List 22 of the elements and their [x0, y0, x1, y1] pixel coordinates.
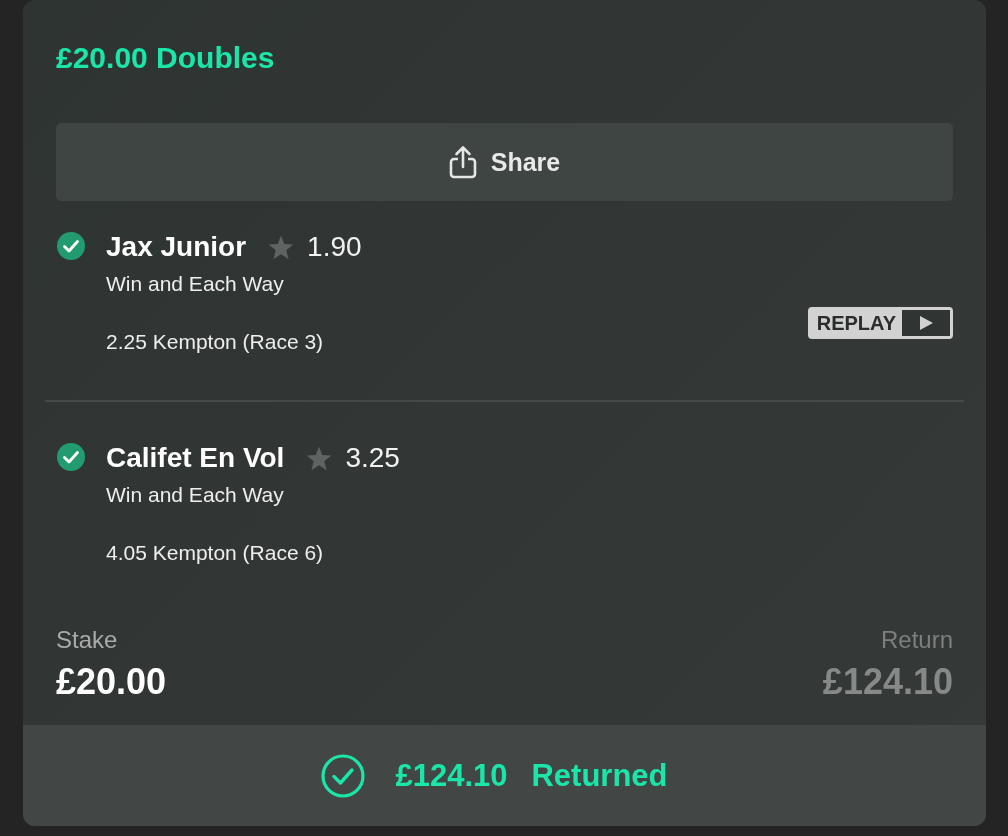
return-label: Return — [880, 626, 953, 654]
check-circle-icon — [321, 753, 366, 798]
star-icon[interactable] — [268, 234, 295, 260]
stake-label: Stake — [56, 626, 118, 654]
share-button[interactable]: Share — [56, 123, 953, 201]
replay-button[interactable]: REPLAY — [807, 307, 953, 339]
race-text: 4.05 Kempton (Race 6) — [106, 540, 324, 566]
returned-label: Returned — [531, 756, 668, 795]
market-text: Win and Each Way — [106, 271, 284, 297]
return-amount: £124.10 — [822, 662, 953, 702]
bet-title: £20.00 Doubles — [56, 40, 275, 76]
selection-name: Califet En Vol — [106, 441, 285, 475]
odds-text: 3.25 — [345, 441, 400, 475]
odds-text: 1.90 — [307, 230, 362, 264]
returned-amount: £124.10 — [395, 756, 508, 795]
play-icon — [902, 310, 950, 336]
stake-amount: £20.00 — [56, 662, 167, 702]
star-icon[interactable] — [306, 445, 333, 471]
selection-name: Jax Junior — [106, 230, 247, 264]
market-text: Win and Each Way — [106, 482, 284, 508]
share-icon — [448, 145, 477, 179]
race-text: 2.25 Kempton (Race 3) — [106, 329, 324, 355]
